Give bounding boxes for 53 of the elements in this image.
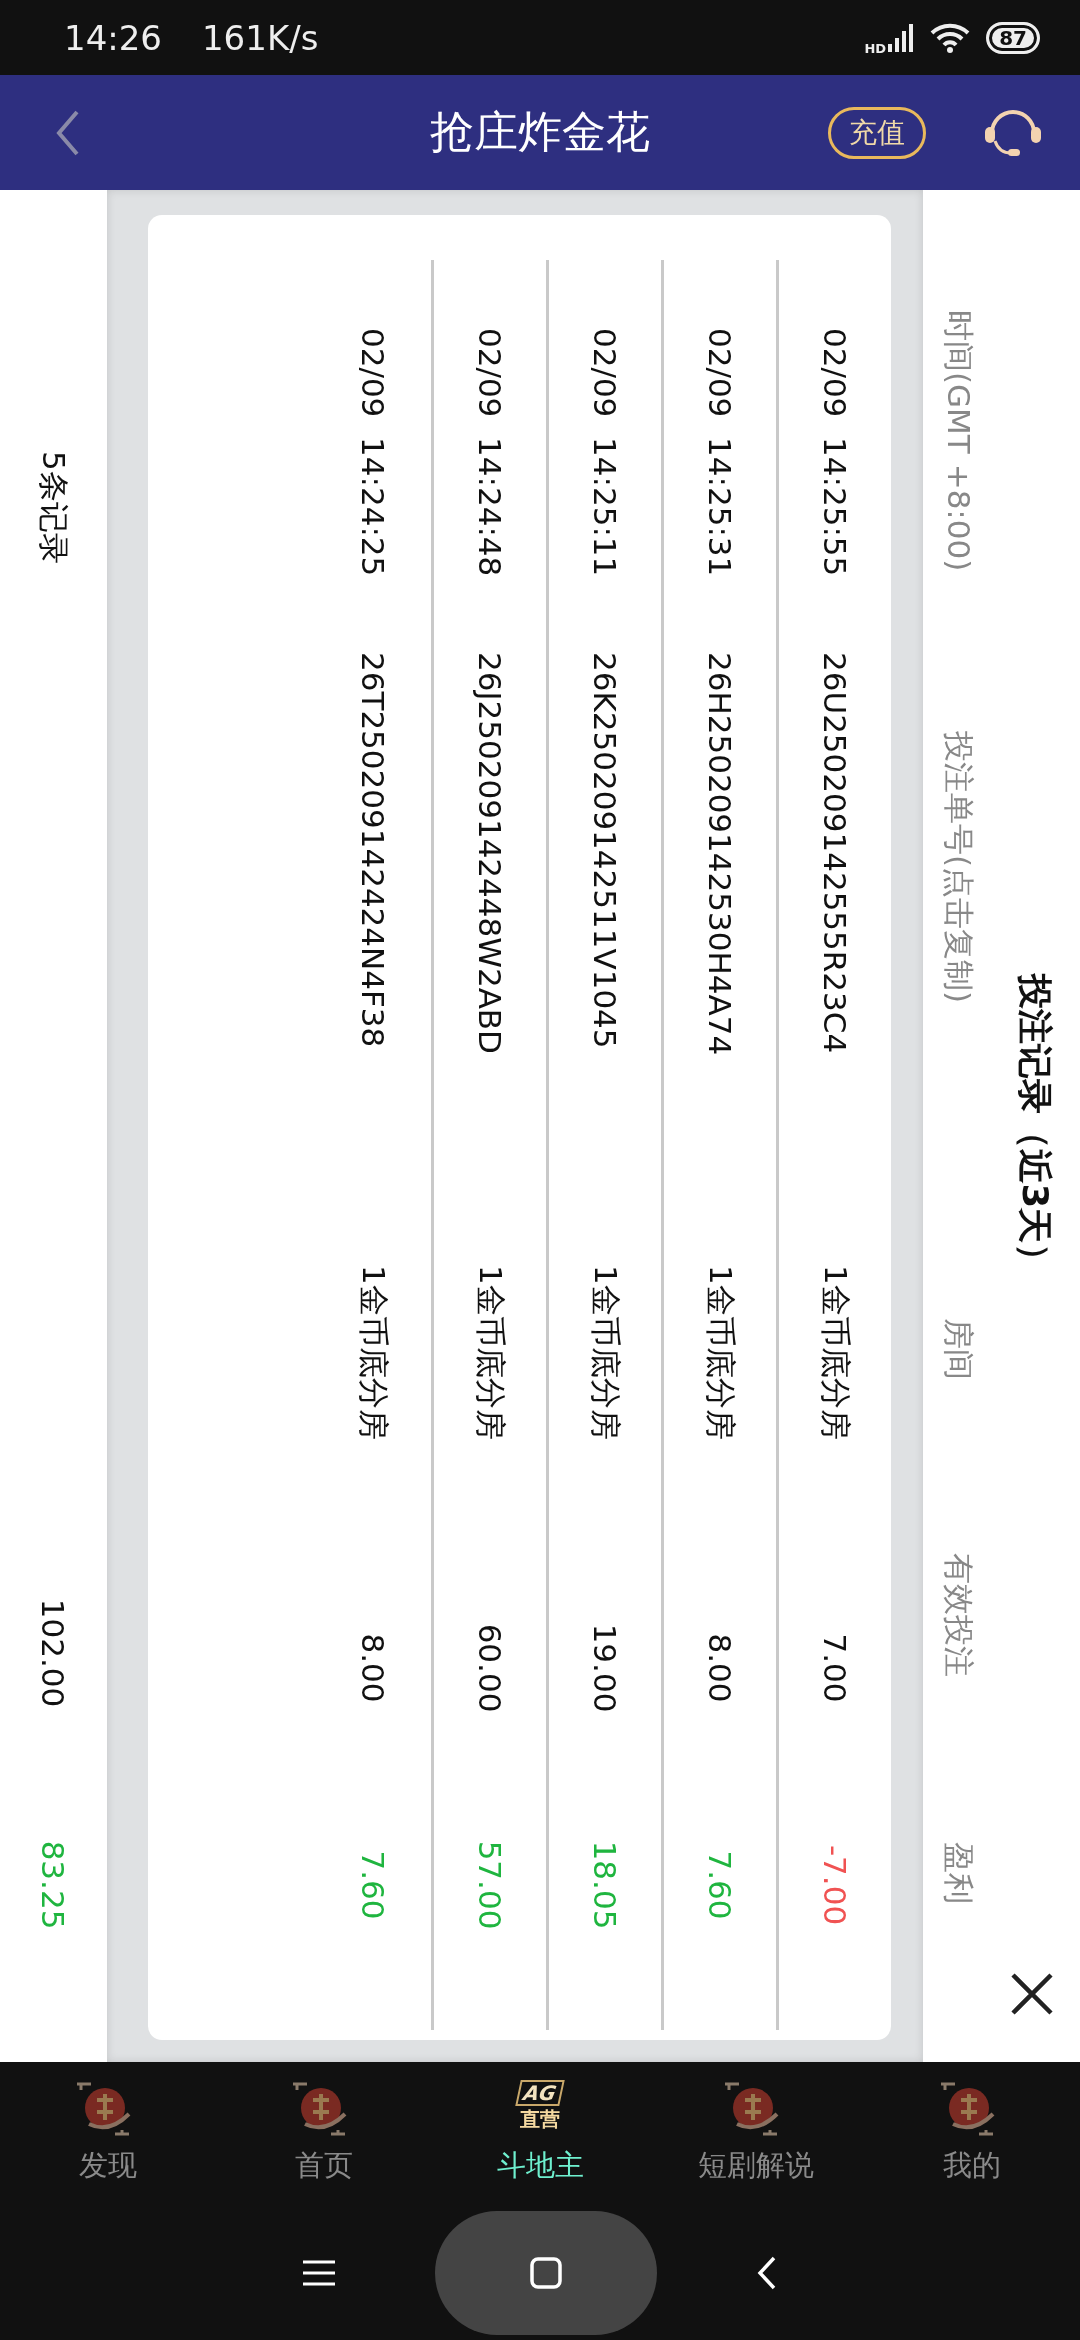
column-header: 房间 [940,1318,979,1380]
column-header: 盈利 [940,1842,979,1904]
battery-indicator: 87 [986,21,1040,54]
room-cell-text: 1金币底分房 [587,1265,625,1440]
nav-tab[interactable]: 我的 [864,2062,1080,2205]
time-cell: 02/09 14:24:48 [472,328,508,577]
room-cell-text: 1金币底分房 [817,1265,855,1440]
recharge-button[interactable]: 充值 [828,106,926,159]
signal-icon [888,23,915,52]
profit-cell: 7.60 [355,1850,392,1920]
total-bet: 102.00 [35,1598,72,1708]
column-header: 时间(GMT +8:00) [940,310,979,572]
room-cell-text: 1金币底分房 [702,1265,740,1440]
profit-cell: 7.60 [702,1850,738,1920]
profit-cell: 18.05 [587,1840,623,1930]
column-header: 有效投注 [940,1553,979,1677]
close-icon[interactable] [1010,1972,1054,2016]
page-title: 抢庄炸金花 [430,106,650,157]
wifi-icon [930,22,971,53]
time-cell: 02/09 14:24:25 [355,328,392,577]
profit-cell: -7.00 [817,1844,853,1926]
room-cell-text: 1金币底分房 [472,1265,510,1440]
bet-cell: 60.00 [472,1623,508,1713]
order-number[interactable]: 26H250209142530H4A74 [702,652,738,1056]
nav-tab[interactable]: 短剧解说 [648,2062,864,2205]
clock: 14:26 [64,17,162,58]
record-count: 5条记录 [35,451,74,564]
order-number[interactable]: 26J250209142448W2ABD [472,652,508,1054]
total-profit: 83.25 [35,1840,72,1930]
menu-icon[interactable] [303,2259,335,2286]
time-cell: 02/09 14:25:11 [587,328,623,577]
bet-cell: 8.00 [702,1633,738,1703]
bet-cell: 7.00 [817,1633,853,1703]
column-header: 投注单号(点击复制) [940,731,979,1004]
logo-label: 直营 [520,2106,560,2132]
nav-tab[interactable]: 首页 [216,2062,432,2205]
room-cell-text: 1金币底分房 [355,1265,394,1440]
order-number[interactable]: 26U250209142555R23C4 [817,652,853,1054]
bet-cell: 8.00 [355,1633,392,1703]
nav-tab[interactable]: AG 直营 斗地主 [432,2062,648,2205]
order-number[interactable]: 26T250209142424N4F38 [355,652,392,1048]
time-cell: 02/09 14:25:55 [817,328,853,577]
profit-cell: 57.00 [472,1840,508,1930]
network-speed: 161K/s [202,17,319,58]
bet-cell: 19.00 [587,1623,623,1713]
home-icon [530,2256,562,2289]
nav-tab[interactable]: 发现 [0,2062,216,2205]
dialog-title: 投注记录（近3天） [1014,973,1057,1279]
ag-logo: AG [515,2080,565,2106]
order-number[interactable]: 26K250209142511V1045 [587,652,623,1049]
network-type: HD [864,41,887,56]
time-cell: 02/09 14:25:31 [702,328,738,577]
back-icon[interactable] [757,2255,777,2290]
